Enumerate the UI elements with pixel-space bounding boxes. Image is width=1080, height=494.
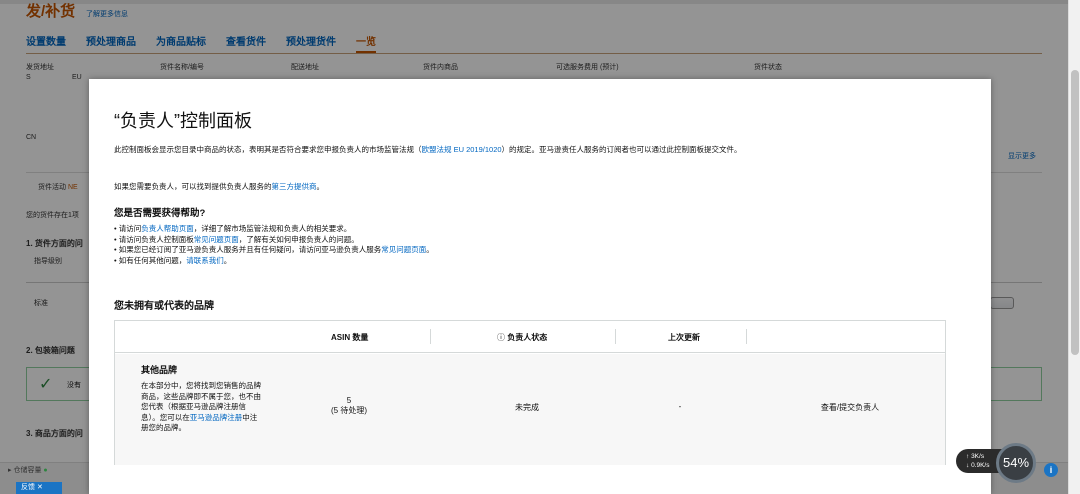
third-party-prefix: 如果您需要负责人，可以找到提供负责人服务的 <box>114 182 272 191</box>
brands-heading: 您未拥有或代表的品牌 <box>114 301 214 312</box>
upload-speed: ↑ 3K/s <box>966 453 985 460</box>
help-item: 如果您已经订阅了亚马逊负责人服务并且有任何疑问，请访问亚马逊负责人服务常见问题页… <box>114 245 434 256</box>
third-party-suffix: 。 <box>316 182 325 191</box>
storage-capacity-toggle[interactable]: ▸ 仓储容量 ● <box>8 465 48 475</box>
description-text: ）的规定。亚马逊责任人服务的订阅者也可以通过此控制面板提交文件。 <box>501 145 742 154</box>
rp-status-cell: 未完成 <box>515 403 539 412</box>
service-faq-link[interactable]: 常见问题页面 <box>381 245 426 254</box>
third-party-text: 如果您需要负责人，可以找到提供负责人服务的第三方提供商。 <box>114 181 324 192</box>
view-submit-rp-link[interactable]: 查看/提交负责人 <box>805 402 895 413</box>
asin-count-cell: 5 (5 待处理) <box>305 396 393 416</box>
table-header: ASIN 数量 ⓘ 负责人状态 上次更新 <box>115 321 945 353</box>
brands-table: ASIN 数量 ⓘ 负责人状态 上次更新 其他品牌 在本部分中，您将找到您销售的… <box>114 320 946 465</box>
info-icon[interactable]: i <box>1044 463 1058 477</box>
network-speed-widget[interactable]: ↑ 3K/s ↓ 0.9K/s 54% <box>956 443 1036 483</box>
header-separator <box>615 329 616 344</box>
dialog-title: “负责人”控制面板 <box>114 111 252 131</box>
contact-us-link[interactable]: 请联系我们 <box>186 256 224 265</box>
header-last-update: 上次更新 <box>668 333 700 342</box>
header-separator <box>430 329 431 344</box>
eu-regulation-link[interactable]: 欧盟法规 EU 2019/1020 <box>422 145 502 154</box>
asin-count: 5 <box>346 396 352 405</box>
brand-description: 在本部分中，您将找到您销售的品牌商品，这些品牌即不属于您，也不由您代表（根据亚马… <box>141 381 261 432</box>
help-item: 如有任何其他问题，请联系我们。 <box>114 256 434 267</box>
third-party-provider-link[interactable]: 第三方提供商 <box>272 182 317 191</box>
asin-pending: (5 待处理) <box>331 406 367 415</box>
table-row: 其他品牌 在本部分中，您将找到您销售的品牌商品，这些品牌即不属于您，也不由您代表… <box>115 354 945 465</box>
help-item: 请访问负责人控制面板常见问题页面，了解有关如何申报负责人的问题。 <box>114 235 434 246</box>
faq-page-link[interactable]: 常见问题页面 <box>194 235 239 244</box>
responsible-person-dialog: “负责人”控制面板 此控制面板会显示您目录中商品的状态，表明其是否符合要求您申报… <box>89 79 991 494</box>
header-separator <box>746 329 747 344</box>
page-scrollbar[interactable] <box>1068 0 1080 494</box>
last-update-cell: - <box>678 402 682 411</box>
rp-help-page-link[interactable]: 负责人帮助页面 <box>141 224 194 233</box>
dialog-description: 此控制面板会显示您目录中商品的状态，表明其是否符合要求您申报负责人的市场监管法规… <box>114 144 834 155</box>
check-icon: ● <box>43 467 48 474</box>
brand-registry-link[interactable]: 亚马逊品牌注册 <box>190 413 243 422</box>
help-item: 请访问负责人帮助页面，详细了解市场监管法规和负责人的相关要求。 <box>114 224 434 235</box>
description-text: 此控制面板会显示您目录中商品的状态，表明其是否符合要求您申报负责人的市场监管法规… <box>114 145 422 154</box>
feedback-tab[interactable]: 反馈 ✕ <box>16 482 62 494</box>
header-rp-status: ⓘ 负责人状态 <box>497 333 548 342</box>
help-list: 请访问负责人帮助页面，详细了解市场监管法规和负责人的相关要求。 请访问负责人控制… <box>114 224 434 266</box>
brand-name: 其他品牌 <box>141 365 178 375</box>
download-speed: ↓ 0.9K/s <box>966 462 990 469</box>
header-asin-count: ASIN 数量 <box>331 333 369 342</box>
question-circle-icon[interactable]: ⓘ <box>497 333 505 342</box>
speed-percent-gauge: 54% <box>996 443 1036 483</box>
help-heading: 您是否需要获得帮助? <box>114 208 206 219</box>
scrollbar-thumb[interactable] <box>1071 70 1079 355</box>
